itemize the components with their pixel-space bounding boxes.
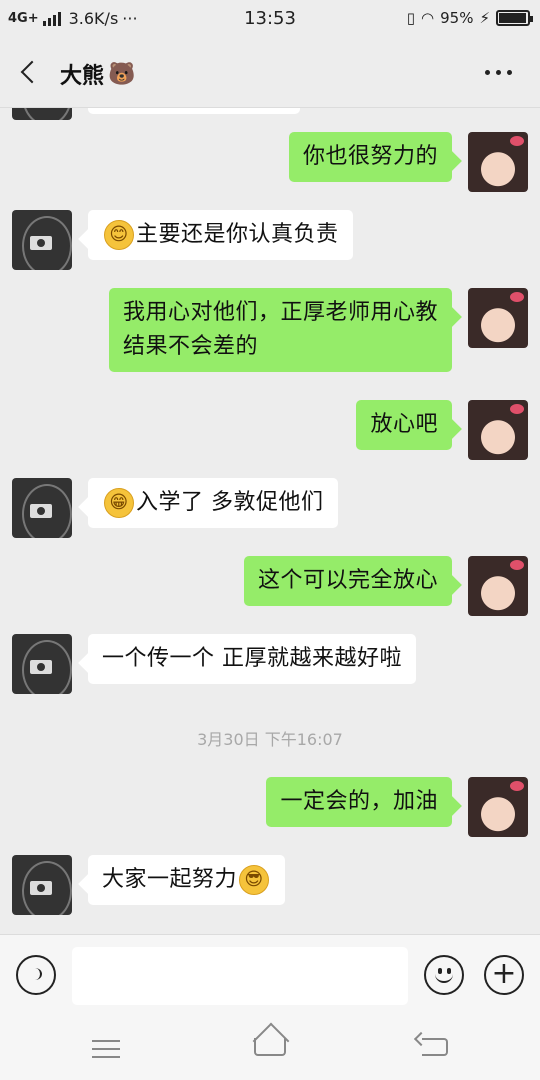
vibrate-icon: ▯ — [406, 9, 416, 27]
smile-emoji-icon: 😊 — [104, 220, 134, 250]
wifi-icon: ◠ — [421, 9, 435, 27]
avatar[interactable] — [468, 777, 528, 837]
message-bubble[interactable]: 我用心对他们，正厚老师用心教 结果不会差的 — [108, 288, 452, 372]
avatar[interactable] — [468, 132, 528, 192]
voice-icon[interactable] — [16, 955, 56, 995]
avatar[interactable] — [12, 108, 72, 120]
message-bubble[interactable]: 大家一起努力 😎 — [88, 855, 286, 905]
message-bubble[interactable]: 这个可以完全放心 — [243, 556, 452, 606]
charging-icon: ⚡ — [479, 9, 490, 27]
bear-emoji: 🐻 — [108, 61, 136, 87]
message-bubble[interactable]: 😊 主要还是你认真负责 — [88, 210, 353, 260]
menu-icon[interactable] — [92, 1040, 120, 1064]
message-bubble-partial[interactable] — [88, 108, 300, 114]
message-bubble[interactable]: 😁 入学了 多敦促他们 — [88, 478, 338, 528]
avatar[interactable] — [468, 556, 528, 616]
message-bubble[interactable]: 一定会的，加油 — [266, 777, 452, 827]
status-right: ▯ ◠ 95% ⚡ — [406, 9, 533, 27]
emoji-icon[interactable] — [424, 955, 464, 995]
avatar[interactable] — [12, 478, 72, 538]
sunglasses-emoji-icon: 😎 — [239, 865, 270, 895]
chat-header: 大熊 🐻 — [0, 38, 540, 108]
chevron-left-icon[interactable] — [16, 58, 46, 88]
status-bar: 4G+ 3.6K/s ··· 13:53 ▯ ◠ 95% ⚡ — [0, 0, 540, 38]
system-nav-bar — [0, 1018, 540, 1080]
input-bar: + — [0, 934, 540, 1018]
more-dots-icon[interactable] — [485, 70, 512, 75]
message-input[interactable] — [72, 947, 408, 1005]
plus-icon[interactable]: + — [484, 955, 524, 995]
timestamp: 3月30日 下午16:07 — [197, 730, 343, 749]
avatar[interactable] — [12, 210, 72, 270]
battery-fill — [499, 13, 526, 23]
avatar[interactable] — [468, 400, 528, 460]
avatar[interactable] — [468, 288, 528, 348]
message-bubble[interactable]: 放心吧 — [356, 400, 452, 450]
back-icon[interactable] — [422, 1038, 448, 1056]
avatar[interactable] — [12, 855, 72, 915]
message-list[interactable]: 你也很努力的 😊 主要还是你认真负责 我用心对他们，正厚老师用心教 结果不会差的 放… — [0, 108, 540, 934]
chat-title: 大熊 🐻 — [60, 58, 135, 90]
home-icon[interactable] — [254, 1038, 286, 1056]
contact-name: 大熊 — [60, 64, 105, 89]
avatar[interactable] — [12, 634, 72, 694]
message-bubble[interactable]: 你也很努力的 — [288, 132, 452, 182]
battery-icon — [496, 10, 533, 26]
battery-percent: 95% — [440, 9, 474, 27]
message-bubble[interactable]: 一个传一个 正厚就越来越好啦 — [88, 634, 416, 684]
grin-emoji-icon: 😁 — [104, 488, 134, 518]
